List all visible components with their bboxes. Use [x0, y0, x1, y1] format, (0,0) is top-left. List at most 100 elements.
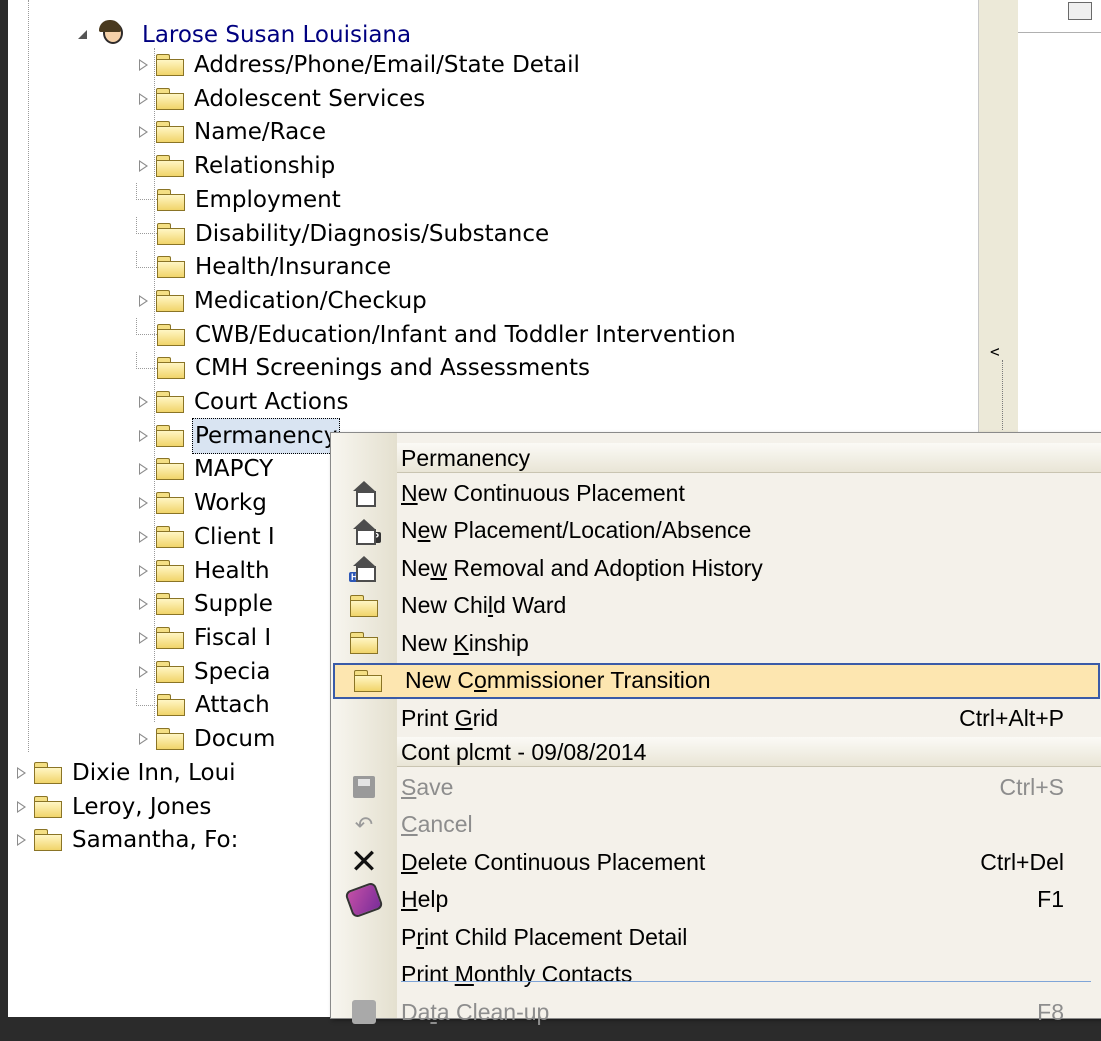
- menu-item-delete-continuous-placement[interactable]: ✕ Delete Continuous Placement Ctrl+Del: [331, 844, 1101, 880]
- collapse-left-arrow-icon[interactable]: <: [990, 342, 1000, 361]
- menu-item-label: New Continuous Placement: [401, 479, 685, 506]
- folder-icon: [156, 155, 184, 178]
- expand-arrow-icon[interactable]: [136, 496, 150, 510]
- menu-section-header-placement: Cont plcmt - 09/08/2014: [397, 737, 1101, 767]
- expand-arrow-icon[interactable]: [136, 631, 150, 645]
- menu-item-cancel[interactable]: ↶ Cancel: [331, 807, 1101, 843]
- tree-node-attach[interactable]: Attach: [136, 688, 272, 722]
- folder-icon: [157, 188, 185, 211]
- splitter-grip[interactable]: [1002, 360, 1003, 430]
- expand-arrow-icon[interactable]: [136, 665, 150, 679]
- tree-node-fiscal-i[interactable]: Fiscal I: [136, 621, 273, 655]
- tree-node-dixie-inn-loui[interactable]: Dixie Inn, Loui: [14, 756, 238, 790]
- collapse-arrow-icon[interactable]: [76, 28, 90, 42]
- expand-arrow-icon[interactable]: [136, 159, 150, 173]
- menu-item-data-clean-up[interactable]: Data Clean-up F8: [331, 994, 1101, 1030]
- tree-node-court-actions[interactable]: Court Actions: [136, 385, 351, 419]
- menu-item-new-removal-and-adoption-history[interactable]: HIST New Removal and Adoption History: [331, 550, 1101, 586]
- tree-connector: [136, 351, 157, 369]
- menu-item-shortcut: F1: [1037, 886, 1064, 912]
- tree-node-specia[interactable]: Specia: [136, 655, 272, 689]
- expand-arrow-icon[interactable]: [14, 800, 28, 814]
- expand-arrow-icon[interactable]: [14, 766, 28, 780]
- delete-icon: ✕: [349, 843, 379, 881]
- folder-icon: [34, 829, 62, 852]
- tree-node-cwb-education-infant-and-toddler-intervention[interactable]: CWB/Education/Infant and Toddler Interve…: [136, 318, 738, 352]
- tree-node-relationship[interactable]: Relationship: [136, 149, 337, 183]
- folder-icon: [156, 121, 184, 144]
- tree-node-label: Fiscal I: [194, 624, 272, 651]
- tree-node-label: Supple: [194, 591, 273, 618]
- tree-node-cmh-screenings-and-assessments[interactable]: CMH Screenings and Assessments: [136, 351, 592, 385]
- menu-item-new-commissioner-transition[interactable]: New Commissioner Transition: [333, 662, 1100, 699]
- tree-node-supple[interactable]: Supple: [136, 587, 275, 621]
- tree-node-health-insurance[interactable]: Health/Insurance: [136, 250, 393, 284]
- tree-node-leroy-jones[interactable]: Leroy, Jones: [14, 790, 213, 824]
- folder-icon: [156, 593, 184, 616]
- menu-item-label: Print Grid: [401, 704, 499, 731]
- menu-item-label: Save: [401, 773, 454, 800]
- tree-node-label: CWB/Education/Infant and Toddler Interve…: [195, 321, 736, 348]
- tree-node-health[interactable]: Health: [136, 554, 272, 588]
- folder-icon: [157, 323, 185, 346]
- tree-node-samantha-fo[interactable]: Samantha, Fo:: [14, 823, 240, 857]
- help-book-icon: [331, 880, 397, 919]
- tree-node-mapcy[interactable]: MAPCY: [136, 452, 275, 486]
- folder-icon: [156, 492, 184, 515]
- menu-item-label: New Child Ward: [401, 592, 567, 618]
- expand-arrow-icon[interactable]: [136, 462, 150, 476]
- tree-node-label: Attach: [195, 692, 270, 719]
- expand-arrow-icon[interactable]: [136, 125, 150, 139]
- folder-icon: [156, 54, 184, 76]
- undo-icon: ↶: [354, 811, 374, 837]
- menu-item-new-child-ward[interactable]: New Child Ward: [331, 588, 1101, 624]
- client-person-icon: [96, 20, 126, 50]
- tree-node-label: Client I: [194, 523, 275, 550]
- tree-node-medication-checkup[interactable]: Medication/Checkup: [136, 284, 429, 318]
- expand-arrow-icon[interactable]: [136, 530, 150, 544]
- expand-arrow-icon[interactable]: [136, 294, 150, 308]
- detail-toolbar-icon[interactable]: [1068, 2, 1092, 20]
- tree-node-adolescent-services[interactable]: Adolescent Services: [136, 82, 427, 116]
- menu-item-label: New Kinship: [401, 629, 529, 656]
- tree-node-label: Adolescent Services: [194, 85, 426, 112]
- expand-arrow-icon[interactable]: [136, 732, 150, 746]
- menu-item-shortcut: Ctrl+Del: [980, 848, 1064, 875]
- expand-arrow-icon[interactable]: [14, 833, 28, 847]
- tree-node-label: Address/Phone/Email/State Detail: [194, 52, 580, 78]
- tree-node-permanency[interactable]: Permanency: [136, 417, 341, 454]
- menu-item-label: Print Child Placement Detail: [401, 923, 688, 950]
- tree-node-disability-diagnosis-substance[interactable]: Disability/Diagnosis/Substance: [136, 217, 551, 251]
- menu-icon-spacer: [331, 957, 397, 993]
- expand-arrow-icon[interactable]: [136, 564, 150, 578]
- tree-node-client[interactable]: Larose Susan Louisiana: [76, 18, 413, 52]
- tree-node-address-phone-email-state-detail[interactable]: Address/Phone/Email/State Detail: [136, 48, 582, 82]
- expand-arrow-icon[interactable]: [136, 597, 150, 611]
- tree-node-workg[interactable]: Workg: [136, 486, 269, 520]
- tree-node-client-i[interactable]: Client I: [136, 520, 277, 554]
- tree-node-label: Medication/Checkup: [194, 287, 427, 314]
- menu-item-new-kinship[interactable]: New Kinship: [331, 625, 1101, 661]
- house-p-icon: P: [331, 513, 397, 549]
- menu-item-save[interactable]: Save Ctrl+S: [331, 769, 1101, 805]
- expand-arrow-icon[interactable]: [136, 395, 150, 409]
- folder-icon: [34, 762, 62, 784]
- tree-connector: [136, 250, 157, 268]
- menu-section-header-permanency: Permanency: [397, 443, 1101, 473]
- tree-node-label: Health/Insurance: [195, 254, 392, 281]
- menu-item-help[interactable]: Help F1: [331, 880, 1101, 919]
- menu-item-print-grid[interactable]: Print Grid Ctrl+Alt+P: [331, 700, 1101, 736]
- expand-arrow-icon[interactable]: [136, 58, 150, 72]
- menu-item-new-continuous-placement[interactable]: New Continuous Placement: [331, 475, 1101, 511]
- menu-item-new-placement-location-absence[interactable]: P New Placement/Location/Absence: [331, 513, 1101, 549]
- expand-arrow-icon[interactable]: [136, 92, 150, 106]
- expand-arrow-icon[interactable]: [136, 429, 150, 443]
- menu-item-label: New Removal and Adoption History: [401, 554, 763, 581]
- tree-node-name-race[interactable]: Name/Race: [136, 115, 328, 149]
- tree-connector-line: [28, 0, 29, 752]
- menu-item-print-monthly-contacts[interactable]: Print Monthly Contacts: [331, 957, 1101, 993]
- tree-node-employment[interactable]: Employment: [136, 183, 343, 217]
- menu-item-print-child-placement-detail[interactable]: Print Child Placement Detail: [331, 919, 1101, 955]
- folder-icon: [335, 663, 401, 699]
- tree-node-docum[interactable]: Docum: [136, 722, 277, 756]
